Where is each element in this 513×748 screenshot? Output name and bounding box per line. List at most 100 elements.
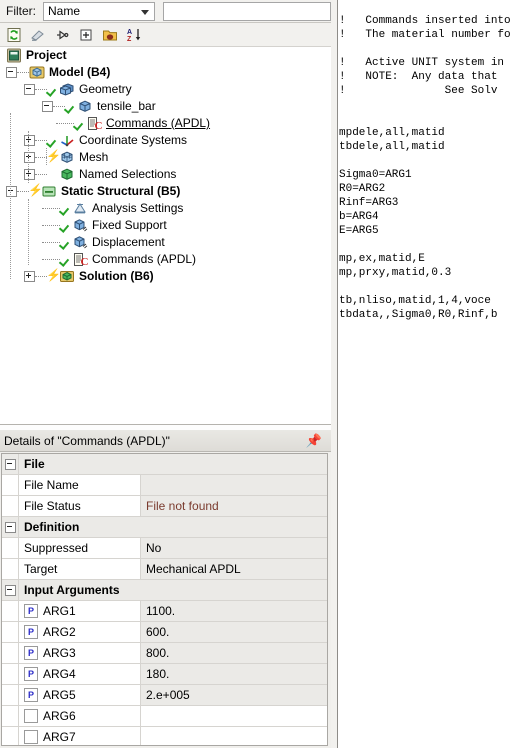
row-value[interactable]: 2.e+005 — [141, 685, 327, 705]
details-section-input-arguments[interactable]: Input Arguments — [2, 580, 327, 601]
tree-node-analysis-settings[interactable]: Analysis Settings — [0, 200, 331, 217]
tree-node-project[interactable]: Project — [0, 47, 331, 64]
tree-node-label: Fixed Support — [92, 218, 167, 232]
tree-connector — [56, 122, 74, 125]
details-section-definition[interactable]: Definition — [2, 517, 327, 538]
parameter-checkbox[interactable]: P — [24, 646, 38, 660]
tree-expander-minus[interactable] — [24, 84, 35, 95]
tree-node-static-structural[interactable]: Static Structural (B5) — [0, 183, 331, 200]
tree-guide-line — [10, 113, 11, 279]
row-value[interactable]: Mechanical APDL — [141, 559, 327, 579]
tree-expander-plus[interactable] — [24, 169, 35, 180]
section-collapse-toggle[interactable] — [2, 454, 19, 474]
filter-type-dropdown[interactable]: Name — [43, 1, 156, 21]
expand-all-icon[interactable] — [76, 25, 96, 45]
tree-node-coordinate-systems[interactable]: Coordinate Systems — [0, 132, 331, 149]
pin-icon[interactable]: 📌 — [306, 434, 322, 447]
tree-node-label: Coordinate Systems — [79, 133, 188, 147]
row-value[interactable]: No — [141, 538, 327, 558]
open-folder-icon[interactable] — [100, 25, 120, 45]
parameter-checkbox[interactable]: P — [24, 667, 38, 681]
tree-expander-minus[interactable] — [6, 186, 17, 197]
details-row-arg3[interactable]: P ARG3 800. — [2, 643, 327, 664]
tree-node-label: Analysis Settings — [92, 201, 184, 215]
tree-node-label: Geometry — [79, 82, 132, 96]
tree-node-tensile-bar[interactable]: tensile_bar — [0, 98, 331, 115]
mesh-icon — [59, 150, 75, 165]
row-value[interactable] — [141, 727, 327, 745]
svg-text:A: A — [127, 29, 132, 36]
row-value[interactable]: 800. — [141, 643, 327, 663]
details-property-grid[interactable]: File File Name File Status File not foun… — [1, 453, 328, 746]
row-label-text: ARG4 — [43, 667, 76, 681]
details-row-arg4[interactable]: P ARG4 180. — [2, 664, 327, 685]
details-row-arg2[interactable]: P ARG2 600. — [2, 622, 327, 643]
details-row-file-name[interactable]: File Name — [2, 475, 327, 496]
project-tree[interactable]: Project Model (B4) Geometry tensile_bar … — [0, 47, 331, 425]
details-row-arg7[interactable]: ARG7 — [2, 727, 327, 745]
tree-node-named-selections[interactable]: Named Selections — [0, 166, 331, 183]
details-row-arg6[interactable]: ARG6 — [2, 706, 327, 727]
tree-node-fixed-support[interactable]: Fixed Support — [0, 217, 331, 234]
parameter-checkbox[interactable]: P — [24, 625, 38, 639]
tree-node-commands-apdl-analysis[interactable]: C Commands (APDL) — [0, 251, 331, 268]
show-hidden-icon[interactable] — [52, 25, 72, 45]
row-value[interactable] — [141, 706, 327, 726]
tree-node-model[interactable]: Model (B4) — [0, 64, 331, 81]
refresh-icon[interactable] — [4, 25, 24, 45]
clear-generated-data-icon[interactable] — [28, 25, 48, 45]
section-collapse-toggle[interactable] — [2, 580, 19, 600]
row-label: File Status — [19, 496, 141, 516]
apdl-code-text[interactable]: ! Commands inserted into ! The material … — [338, 11, 513, 322]
tree-connector — [42, 224, 60, 227]
row-label: P ARG3 — [19, 643, 141, 663]
details-row-suppressed[interactable]: Suppressed No — [2, 538, 327, 559]
panel-splitter[interactable] — [331, 0, 338, 748]
chevron-down-icon — [141, 9, 150, 15]
apdl-code-editor[interactable]: ! Commands inserted into ! The material … — [338, 0, 513, 748]
details-row-arg1[interactable]: P ARG1 1100. — [2, 601, 327, 622]
details-row-target[interactable]: Target Mechanical APDL — [2, 559, 327, 580]
tree-expander-plus[interactable] — [24, 135, 35, 146]
tree-expander-plus[interactable] — [24, 271, 35, 282]
tree-node-mesh[interactable]: Mesh — [0, 149, 331, 166]
row-label-text: ARG2 — [43, 625, 76, 639]
tree-expander-minus[interactable] — [42, 101, 53, 112]
tree-node-label: Commands (APDL) — [106, 116, 211, 130]
tree-guide-line — [28, 199, 29, 265]
row-value: File not found — [141, 496, 327, 516]
row-indent — [2, 706, 19, 726]
displacement-icon — [72, 235, 88, 250]
row-value[interactable]: 180. — [141, 664, 327, 684]
row-value[interactable] — [141, 475, 327, 495]
status-check-icon — [65, 101, 76, 112]
row-indent — [2, 601, 19, 621]
details-section-file[interactable]: File — [2, 454, 327, 475]
status-bolt-icon — [28, 183, 43, 198]
filter-search-input[interactable] — [163, 1, 331, 21]
row-indent — [2, 475, 19, 495]
details-panel: Details of "Commands (APDL)" 📌 File File… — [0, 430, 331, 748]
details-row-arg5[interactable]: P ARG5 2.e+005 — [2, 685, 327, 706]
tree-expander-plus[interactable] — [24, 152, 35, 163]
section-label: Input Arguments — [19, 580, 327, 600]
commands-apdl-icon: C — [72, 252, 89, 268]
row-label: P ARG2 — [19, 622, 141, 642]
row-value[interactable]: 600. — [141, 622, 327, 642]
parameter-checkbox[interactable] — [24, 709, 38, 723]
parameter-checkbox[interactable]: P — [24, 604, 38, 618]
section-collapse-toggle[interactable] — [2, 517, 19, 537]
tree-node-geometry[interactable]: Geometry — [0, 81, 331, 98]
parameter-checkbox[interactable] — [24, 730, 38, 744]
sort-az-icon[interactable]: A Z — [124, 25, 144, 45]
details-row-file-status[interactable]: File Status File not found — [2, 496, 327, 517]
status-check-icon — [47, 84, 58, 95]
row-value[interactable]: 1100. — [141, 601, 327, 621]
tree-node-solution[interactable]: Solution (B6) — [0, 268, 331, 285]
tree-connector — [42, 207, 60, 210]
row-label-text: ARG6 — [43, 709, 76, 723]
parameter-checkbox[interactable]: P — [24, 688, 38, 702]
tree-node-displacement[interactable]: Displacement — [0, 234, 331, 251]
tree-expander-minus[interactable] — [6, 67, 17, 78]
tree-node-commands-apdl-geometry[interactable]: C Commands (APDL) — [0, 115, 331, 132]
